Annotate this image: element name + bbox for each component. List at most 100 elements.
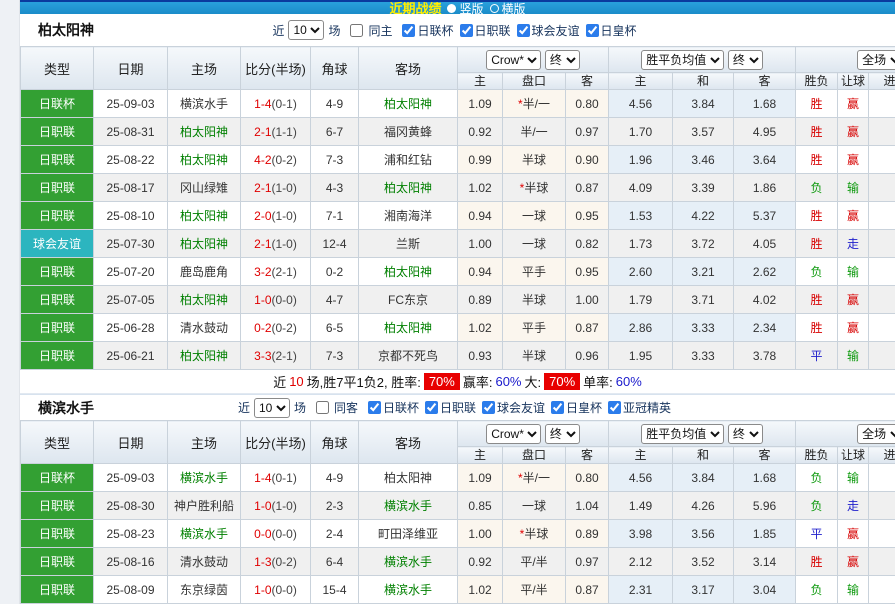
- score: 1-4(0-1): [241, 464, 311, 492]
- home-team[interactable]: 横滨水手: [168, 90, 241, 118]
- section-filter-bar: 柏太阳神 近 10 场 同主 日联杯日职联球会友谊日皇杯: [20, 14, 895, 46]
- home-team[interactable]: 清水鼓动: [168, 314, 241, 342]
- league-filter[interactable]: 日职联: [454, 22, 511, 39]
- half-time-score: (1-0): [272, 181, 297, 195]
- col-corner: 角球: [311, 421, 359, 464]
- home-team[interactable]: 柏太阳神: [168, 146, 241, 174]
- layout-radio-vertical[interactable]: 竖版: [447, 0, 483, 14]
- league-filter[interactable]: 日联杯: [396, 22, 453, 39]
- away-team[interactable]: 柏太阳神: [359, 314, 458, 342]
- col-odds-away: 客: [566, 447, 609, 464]
- league-filter[interactable]: 球会友谊: [476, 399, 545, 416]
- away-team[interactable]: 柏太阳神: [359, 258, 458, 286]
- away-team[interactable]: FC东京: [359, 286, 458, 314]
- full-time-score: 0-0: [254, 527, 271, 541]
- avg-away: 1.68: [734, 464, 796, 492]
- league-filter[interactable]: 日职联: [419, 399, 476, 416]
- recent-count-select[interactable]: 10: [254, 398, 290, 418]
- type-badge: 日职联: [21, 520, 94, 548]
- match-row: 日职联25-08-16清水鼓动1-3(0-2)6-4横滨水手0.92平/半0.9…: [21, 548, 895, 576]
- home-team[interactable]: 柏太阳神: [168, 230, 241, 258]
- result: 负: [796, 258, 838, 286]
- away-team[interactable]: 兰斯: [359, 230, 458, 258]
- scope-select[interactable]: 全场: [857, 50, 895, 70]
- bookmaker-select[interactable]: Crow*: [486, 50, 541, 70]
- league-checkbox[interactable]: [551, 401, 564, 414]
- home-team[interactable]: 横滨水手: [168, 520, 241, 548]
- corner-score: 4-9: [311, 464, 359, 492]
- league-checkbox[interactable]: [517, 24, 530, 37]
- col-date: 日期: [94, 421, 168, 464]
- home-team[interactable]: 横滨水手: [168, 464, 241, 492]
- league-filter[interactable]: 日皇杯: [545, 399, 602, 416]
- home-team[interactable]: 东京绿茵: [168, 576, 241, 604]
- corner-score: 0-2: [311, 258, 359, 286]
- home-team[interactable]: 柏太阳神: [168, 342, 241, 370]
- home-team[interactable]: 柏太阳神: [168, 202, 241, 230]
- league-checkbox[interactable]: [425, 401, 438, 414]
- away-team[interactable]: 湘南海洋: [359, 202, 458, 230]
- league-filter[interactable]: 日联杯: [362, 399, 419, 416]
- away-team[interactable]: 横滨水手: [359, 492, 458, 520]
- odds-away: 1.00: [566, 286, 609, 314]
- avg-select[interactable]: 胜平负均值: [641, 424, 724, 444]
- layout-radio-horizontal[interactable]: 横版: [490, 0, 526, 14]
- odds-home: 0.85: [458, 492, 503, 520]
- games-label: 场: [294, 399, 306, 416]
- scope-select[interactable]: 全场: [857, 424, 895, 444]
- away-team[interactable]: 京都不死鸟: [359, 342, 458, 370]
- league-checkbox[interactable]: [608, 401, 621, 414]
- page-title: 近期战绩: [389, 0, 441, 14]
- league-filter[interactable]: 球会友谊: [511, 22, 580, 39]
- same-venue-checkbox[interactable]: [350, 24, 363, 37]
- type-badge: 日职联: [21, 492, 94, 520]
- recent-results-page: 近期战绩 竖版 横版 柏太阳神 近 10 场 同主 日联杯日职联球会友谊日皇杯: [0, 0, 895, 604]
- bookmaker-select[interactable]: Crow*: [486, 424, 541, 444]
- league-checkbox[interactable]: [586, 24, 599, 37]
- goals-cell: [869, 90, 895, 118]
- league-filter[interactable]: 日皇杯: [580, 22, 637, 39]
- away-team[interactable]: 横滨水手: [359, 576, 458, 604]
- home-team[interactable]: 鹿岛鹿角: [168, 258, 241, 286]
- away-team[interactable]: 柏太阳神: [359, 90, 458, 118]
- same-venue-checkbox[interactable]: [316, 401, 329, 414]
- score: 3-2(2-1): [241, 258, 311, 286]
- away-team[interactable]: 柏太阳神: [359, 174, 458, 202]
- league-checkbox[interactable]: [368, 401, 381, 414]
- home-team[interactable]: 清水鼓动: [168, 548, 241, 576]
- away-team[interactable]: 柏太阳神: [359, 464, 458, 492]
- handicap-result: 输: [838, 576, 869, 604]
- handicap-win-value: 60%: [495, 374, 521, 389]
- col-avg-home: 主: [609, 447, 673, 464]
- score: 2-1(1-0): [241, 174, 311, 202]
- odds-stage-select-1[interactable]: 终: [545, 50, 580, 70]
- match-row: 日职联25-08-17冈山绿雉2-1(1-0)4-3柏太阳神1.02*半球0.8…: [21, 174, 895, 202]
- home-team[interactable]: 神户胜利船: [168, 492, 241, 520]
- odds-stage-select-2[interactable]: 终: [728, 424, 763, 444]
- league-checkbox[interactable]: [482, 401, 495, 414]
- match-row: 日职联25-08-23横滨水手0-0(0-0)2-4町田泽维亚1.00*半球0.…: [21, 520, 895, 548]
- league-checkbox[interactable]: [460, 24, 473, 37]
- left-margin: [0, 0, 20, 604]
- match-date: 25-08-09: [94, 576, 168, 604]
- win-rate-badge: 70%: [424, 373, 460, 390]
- result: 胜: [796, 230, 838, 258]
- away-team[interactable]: 町田泽维亚: [359, 520, 458, 548]
- away-team[interactable]: 横滨水手: [359, 548, 458, 576]
- home-team[interactable]: 柏太阳神: [168, 118, 241, 146]
- team-section: 柏太阳神 近 10 场 同主 日联杯日职联球会友谊日皇杯 类型: [20, 14, 895, 394]
- odds-stage-select-2[interactable]: 终: [728, 50, 763, 70]
- home-team[interactable]: 冈山绿雉: [168, 174, 241, 202]
- type-badge: 日职联: [21, 118, 94, 146]
- recent-count-select[interactable]: 10: [288, 20, 324, 40]
- odds-away: 0.97: [566, 548, 609, 576]
- away-team[interactable]: 浦和红钻: [359, 146, 458, 174]
- league-checkbox[interactable]: [402, 24, 415, 37]
- away-team[interactable]: 福冈黄蜂: [359, 118, 458, 146]
- odds-stage-select-1[interactable]: 终: [545, 424, 580, 444]
- half-time-score: (0-0): [272, 527, 297, 541]
- avg-select[interactable]: 胜平负均值: [641, 50, 724, 70]
- league-filter[interactable]: 亚冠精英: [602, 399, 671, 416]
- corner-score: 2-4: [311, 520, 359, 548]
- home-team[interactable]: 柏太阳神: [168, 286, 241, 314]
